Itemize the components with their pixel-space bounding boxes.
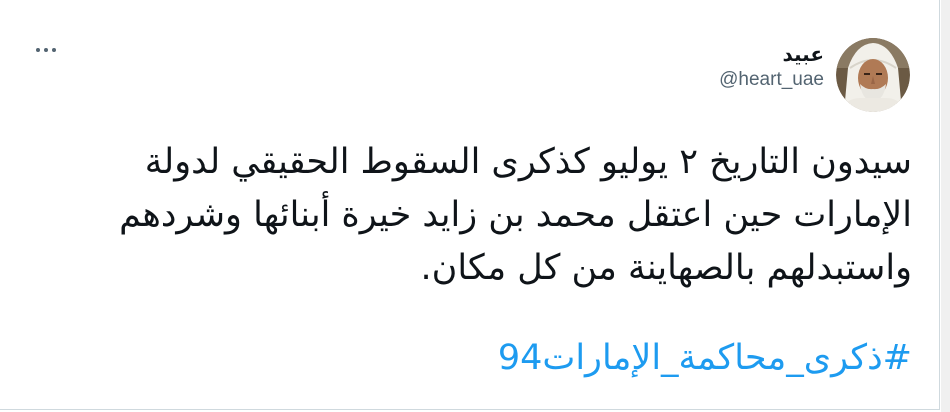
more-options-button[interactable] [28, 38, 64, 62]
tweet-text-line: سيدون التاريخ ٢ يوليو كذكرى السقوط الحقي… [144, 142, 912, 182]
more-dot [52, 48, 56, 52]
author-names: عبيد @heart_uae [719, 38, 824, 94]
author-display-name[interactable]: عبيد [782, 42, 824, 66]
profile-photo-icon [836, 38, 910, 112]
author-handle[interactable]: @heart_uae [719, 66, 824, 94]
tweet-text-line: واستبدلهم بالصهاينة من كل مكان. [420, 248, 912, 288]
tweet-card: عبيد @heart_uae سيدون التاريخ ٢ يوليو كذ… [0, 0, 940, 410]
more-dot [36, 48, 40, 52]
tweet-header: عبيد @heart_uae [719, 38, 910, 112]
window-scrollbar-track[interactable] [941, 0, 950, 412]
tweet-text: سيدون التاريخ ٢ يوليو كذكرى السقوط الحقي… [42, 136, 912, 295]
hashtag-link[interactable]: #ذكرى_محاكمة_الإمارات94 [498, 333, 912, 383]
avatar[interactable] [836, 38, 910, 112]
tweet-text-line: الإمارات حين اعتقل محمد بن زايد خيرة أبن… [119, 195, 912, 235]
more-dot [44, 48, 48, 52]
